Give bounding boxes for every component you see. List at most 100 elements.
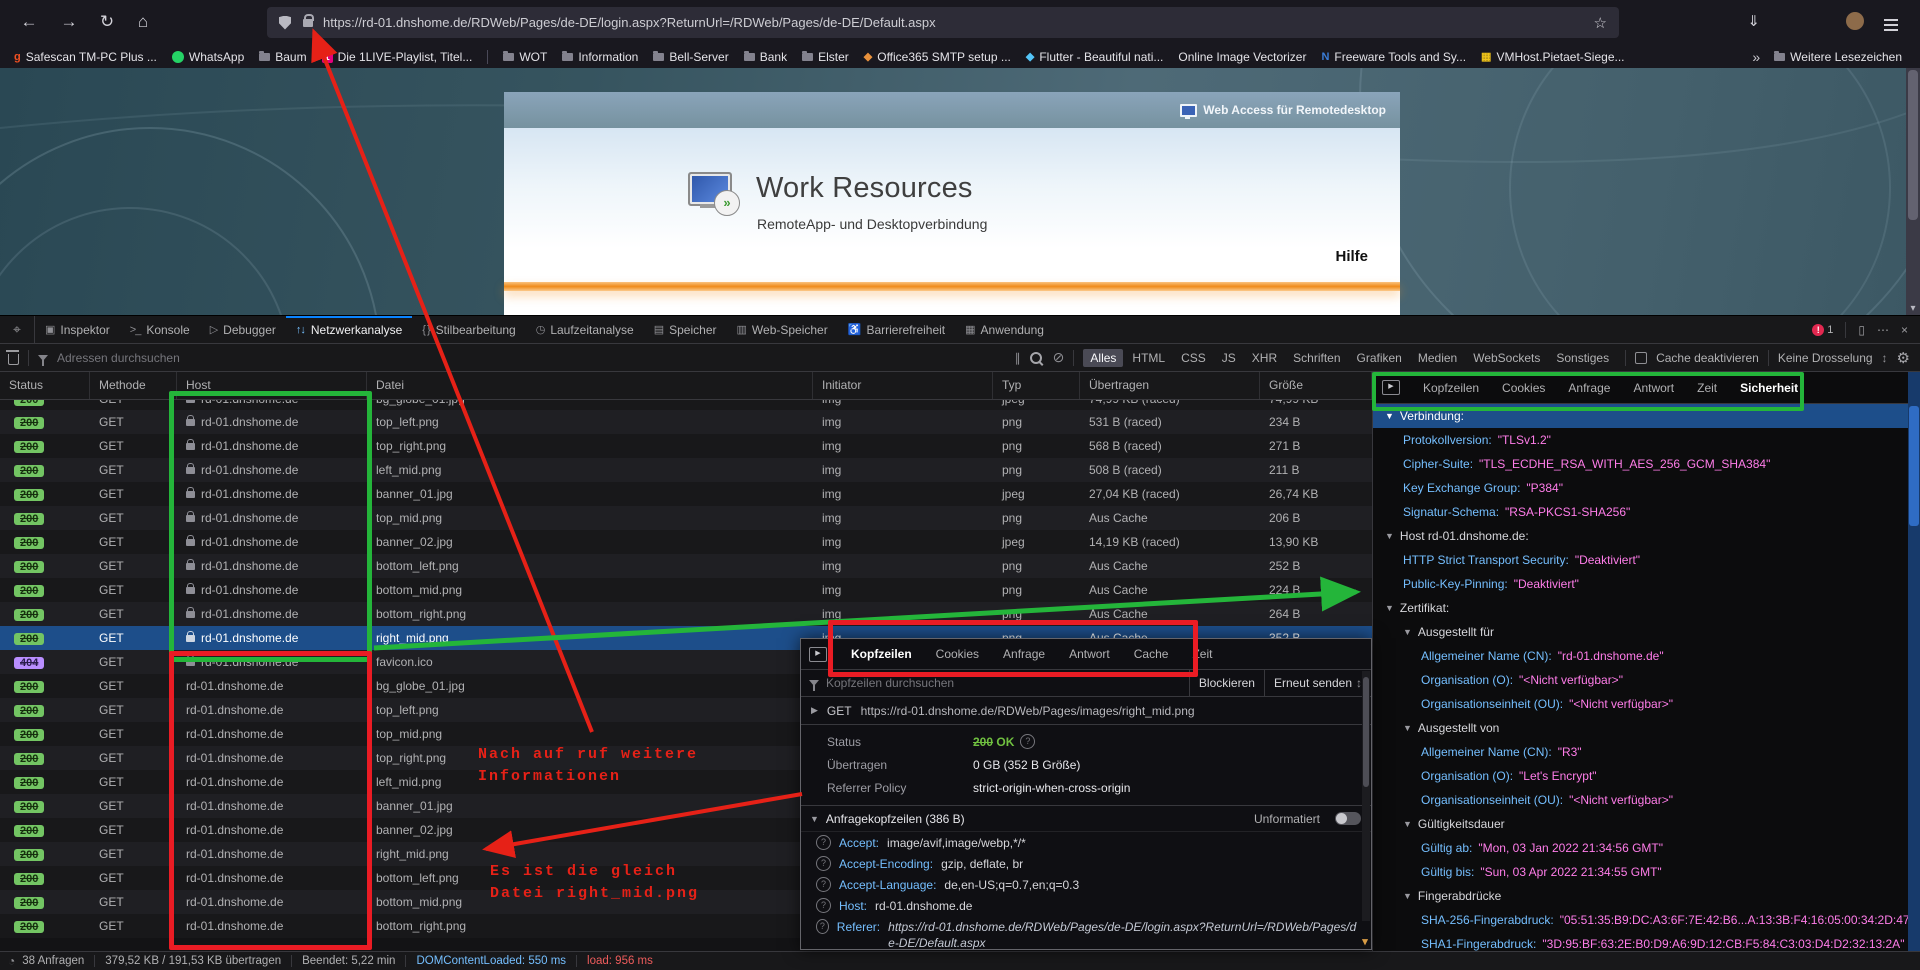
filter-headers-input[interactable]: Kopfzeilen durchsuchen	[826, 676, 954, 690]
table-row[interactable]: 200GETrd-01.dnshome.deleft_mid.pngimgpng…	[0, 458, 1372, 482]
resend-button[interactable]: Erneut senden↕	[1264, 670, 1371, 696]
bookmark-item[interactable]: ◆Flutter - Beautiful nati...	[1026, 50, 1164, 64]
header-help-icon[interactable]: ?	[816, 835, 831, 850]
table-row[interactable]: 200GETrd-01.dnshome.detop_left.pngimgpng…	[0, 410, 1372, 434]
column-header-typ[interactable]: Typ	[993, 372, 1080, 399]
filter-sonstiges[interactable]: Sonstiges	[1549, 349, 1616, 367]
devtools-menu-icon[interactable]: ⋯	[1877, 323, 1889, 337]
block-button[interactable]: Blockieren	[1189, 670, 1264, 696]
security-tree-row[interactable]: ▼Fingerabdrücke	[1373, 884, 1909, 908]
disable-cache-label[interactable]: Cache deaktivieren	[1656, 351, 1759, 365]
tab-web-speicher[interactable]: ▥Web-Speicher	[727, 316, 838, 343]
security-tree-row[interactable]: SHA-256-Fingerabdruck:"05:51:35:B9:DC:A3…	[1373, 908, 1909, 932]
panel-tab-anfrage[interactable]: Anfrage	[1568, 381, 1610, 395]
table-row[interactable]: 200GETrd-01.dnshome.detop_mid.pngimgpngA…	[0, 506, 1372, 530]
security-tree-row[interactable]: Public-Key-Pinning:"Deaktiviert"	[1373, 572, 1909, 596]
popup-tab-kopfzeilen[interactable]: Kopfzeilen	[851, 647, 912, 661]
bookmark-item[interactable]: NFreeware Tools and Sy...	[1321, 50, 1466, 64]
security-tree-row[interactable]: Gültig ab:"Mon, 03 Jan 2022 21:34:56 GMT…	[1373, 836, 1909, 860]
popup-tab-cookies[interactable]: Cookies	[936, 647, 979, 661]
tab-stilbearbeitung[interactable]: { }Stilbearbeitung	[412, 316, 525, 343]
error-badge[interactable]: !1	[1812, 324, 1833, 336]
popup-tab-zeit[interactable]: Zeit	[1192, 647, 1212, 661]
bookmark-item[interactable]: Bell-Server	[653, 50, 728, 64]
bookmark-item[interactable]: WhatsApp	[172, 50, 244, 64]
collapse-triangle-icon[interactable]: ▼	[1403, 627, 1412, 637]
shield-menu-icon[interactable]	[1782, 16, 1794, 33]
menu-icon[interactable]	[1884, 16, 1898, 21]
tab-debugger[interactable]: ▷Debugger	[200, 316, 286, 343]
security-tree-row[interactable]: Allgemeiner Name (CN):"R3"	[1373, 740, 1909, 764]
bookmark-item[interactable]: 1Die 1LIVE-Playlist, Titel...	[322, 50, 473, 64]
collapse-triangle-icon[interactable]: ▼	[810, 814, 819, 824]
filter-html[interactable]: HTML	[1125, 349, 1172, 367]
security-tree-row[interactable]: ▼Host rd-01.dnshome.de:	[1373, 524, 1909, 548]
responsive-design-icon[interactable]: ▯	[1858, 323, 1865, 337]
bookmark-item[interactable]: WOT	[503, 50, 547, 64]
security-tree-row[interactable]: ▼Ausgestellt von	[1373, 716, 1909, 740]
security-tree-row[interactable]: Organisationseinheit (OU):"<Nicht verfüg…	[1373, 788, 1909, 812]
bookmark-item[interactable]: Elster	[802, 50, 849, 64]
pocket-icon[interactable]: ⇓	[1747, 12, 1760, 30]
bookmark-item[interactable]: Information	[562, 50, 638, 64]
collapse-triangle-icon[interactable]: ▼	[1403, 891, 1412, 901]
panel-scrollbar[interactable]	[1908, 372, 1920, 970]
tab-anwendung[interactable]: ▦Anwendung	[955, 316, 1054, 343]
header-help-icon[interactable]: ?	[816, 877, 831, 892]
security-tree-row[interactable]: ▼Ausgestellt für	[1373, 620, 1909, 644]
filter-medien[interactable]: Medien	[1411, 349, 1464, 367]
security-tree-row[interactable]: Gültig bis:"Sun, 03 Apr 2022 21:34:55 GM…	[1373, 860, 1909, 884]
bookmark-item[interactable]: ▦VMHost.Pietaet-Siege...	[1481, 50, 1624, 64]
throttling-select[interactable]: Keine Drosselung	[1778, 351, 1873, 365]
panel-tab-zeit[interactable]: Zeit	[1697, 381, 1717, 395]
request-headers-section[interactable]: ▼ Anfragekopfzeilen (386 B) Unformatiert	[801, 806, 1371, 832]
filter-css[interactable]: CSS	[1174, 349, 1213, 367]
column-header-host[interactable]: Host	[177, 372, 367, 399]
security-tree-row[interactable]: Protokollversion:"TLSv1.2"	[1373, 428, 1909, 452]
panel-tab-antwort[interactable]: Antwort	[1633, 381, 1674, 395]
raw-toggle[interactable]	[1335, 812, 1361, 825]
clear-requests-icon[interactable]	[8, 354, 19, 365]
overflow-chevron-icon[interactable]: »	[1752, 49, 1760, 65]
popup-scrollbar[interactable]	[1362, 671, 1370, 921]
avatar[interactable]	[1846, 14, 1864, 30]
bookmark-item[interactable]: gSafescan TM-PC Plus ...	[14, 50, 157, 64]
bookmark-item[interactable]: ◆Office365 SMTP setup ...	[864, 50, 1011, 64]
help-link[interactable]: Hilfe	[1335, 248, 1368, 265]
search-icon[interactable]	[1030, 352, 1042, 364]
security-tree-row[interactable]: ▼Zertifikat:	[1373, 596, 1909, 620]
network-settings-gear-icon[interactable]: ⚙	[1897, 349, 1910, 367]
column-header-status[interactable]: Status	[0, 372, 90, 399]
table-row[interactable]: 200GETrd-01.dnshome.debanner_02.jpgimgjp…	[0, 530, 1372, 554]
filter-alles[interactable]: Alles	[1083, 349, 1123, 367]
collapse-triangle-icon[interactable]: ▼	[1385, 531, 1394, 541]
popup-tab-antwort[interactable]: Antwort	[1069, 647, 1110, 661]
header-row[interactable]: ?Accept-Language:de,en-US;q=0.7,en;q=0.3	[801, 874, 1371, 895]
panel-tab-sicherheit[interactable]: Sicherheit	[1740, 381, 1798, 395]
tracking-shield-icon[interactable]	[279, 16, 291, 30]
collapse-triangle-icon[interactable]: ▼	[1403, 819, 1412, 829]
tab-laufzeitanalyse[interactable]: ◷Laufzeitanalyse	[526, 316, 644, 343]
header-help-icon[interactable]: ?	[816, 856, 831, 871]
popup-tab-cache[interactable]: Cache	[1134, 647, 1169, 661]
column-header-datei[interactable]: Datei	[367, 372, 813, 399]
header-row[interactable]: ?Host:rd-01.dnshome.de	[801, 895, 1371, 916]
filter-xhr[interactable]: XHR	[1245, 349, 1284, 367]
security-tree-row[interactable]: HTTP Strict Transport Security:"Deaktivi…	[1373, 548, 1909, 572]
collapse-triangle-icon[interactable]: ▼	[1403, 723, 1412, 733]
disable-cache-checkbox[interactable]	[1635, 352, 1647, 364]
header-help-icon[interactable]: ?	[816, 919, 829, 934]
tab-konsole[interactable]: >_Konsole	[120, 316, 200, 343]
column-header-initiator[interactable]: Initiator	[813, 372, 993, 399]
security-tree-row[interactable]: ▼Verbindung:	[1373, 404, 1909, 428]
pause-traffic-icon[interactable]: ∥	[1015, 351, 1021, 365]
lock-icon[interactable]	[303, 19, 313, 27]
url-bar[interactable]: https://rd-01.dnshome.de/RDWeb/Pages/de-…	[267, 7, 1619, 38]
status-help-icon[interactable]: ?	[1020, 734, 1035, 749]
table-row[interactable]: 200GETrd-01.dnshome.debg_globe_01.jpgimg…	[0, 400, 1372, 410]
back-icon[interactable]: ←	[16, 12, 42, 32]
table-row[interactable]: 200GETrd-01.dnshome.detop_right.pngimgpn…	[0, 434, 1372, 458]
bookmark-item[interactable]: Online Image Vectorizer	[1178, 50, 1306, 64]
collapse-triangle-icon[interactable]: ▼	[1385, 411, 1394, 421]
table-row[interactable]: 200GETrd-01.dnshome.debottom_right.pngim…	[0, 602, 1372, 626]
